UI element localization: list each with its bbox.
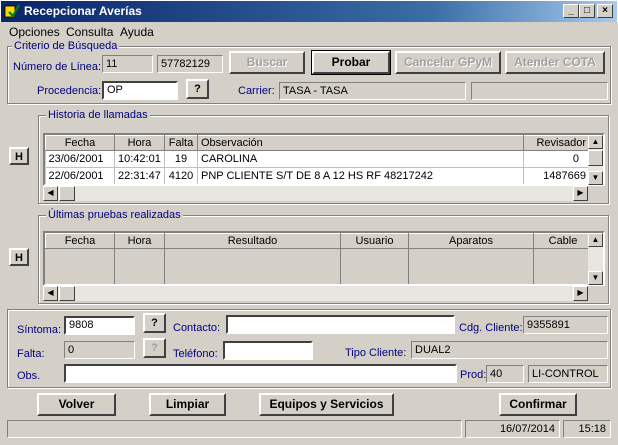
pruebas-grid: Fecha Hora Resultado Usuario Aparatos Ca…	[43, 231, 605, 286]
linea-number-field[interactable]: 57782129	[157, 55, 223, 73]
scroll-up-icon[interactable]: ▲	[588, 233, 603, 247]
equipos-servicios-button[interactable]: Equipos y Servicios	[259, 393, 394, 416]
prod-label: Prod:	[460, 369, 487, 381]
status-date: 16/07/2014	[465, 420, 560, 438]
cell-revisador: 1487669	[523, 167, 590, 184]
app-icon	[4, 4, 20, 18]
column-header[interactable]: Cable	[533, 233, 593, 249]
historia-grid: Fecha Hora Falta Observación Revisador 2…	[43, 133, 605, 186]
falta-help-button[interactable]: ?	[143, 338, 166, 358]
cdg-cliente-label: Cdg. Cliente:	[459, 322, 523, 334]
scroll-right-icon[interactable]: ▶	[573, 286, 588, 301]
cell-falta: 4120	[164, 167, 198, 184]
falta-field[interactable]: 0	[64, 341, 135, 359]
scroll-down-icon[interactable]: ▼	[588, 271, 603, 285]
pruebas-legend: Últimas pruebas realizadas	[46, 209, 183, 221]
carrier-label: Carrier:	[238, 85, 275, 97]
cell-hora: 22:31:47	[114, 167, 165, 184]
telefono-input[interactable]	[223, 341, 313, 360]
procedencia-input[interactable]: OP	[102, 81, 178, 100]
menu-ayuda[interactable]: Ayuda	[120, 25, 154, 39]
falta-label: Falta:	[17, 348, 45, 360]
contacto-label: Contacto:	[173, 322, 221, 334]
contacto-input[interactable]	[226, 315, 455, 334]
cell-observacion: CAROLINA	[197, 150, 524, 168]
column-header[interactable]: Usuario	[340, 233, 409, 249]
cell-falta: 19	[164, 150, 198, 168]
buscar-button[interactable]: Buscar	[229, 51, 305, 74]
scroll-down-icon[interactable]: ▼	[588, 171, 603, 185]
menu-opciones[interactable]: Opciones	[9, 25, 60, 39]
telefono-label: Teléfono:	[173, 348, 218, 360]
close-icon: ×	[602, 5, 608, 16]
status-time: 15:18	[563, 420, 611, 438]
historia-h-button[interactable]: H	[9, 147, 29, 165]
obs-label: Obs.	[17, 370, 41, 382]
scroll-up-icon[interactable]: ▲	[588, 135, 603, 149]
minimize-button[interactable]: _	[563, 4, 579, 18]
scroll-left-icon[interactable]: ◀	[43, 286, 58, 301]
obs-input[interactable]	[64, 364, 457, 383]
linea-prefix-field[interactable]: 11	[102, 55, 153, 73]
pruebas-header-row: Fecha Hora Resultado Usuario Aparatos Ca…	[45, 233, 593, 249]
cdg-cliente-field[interactable]: 9355891	[523, 316, 608, 334]
column-header[interactable]: Revisador	[523, 135, 590, 151]
menu-consulta[interactable]: Consulta	[66, 25, 113, 39]
status-message	[7, 420, 462, 438]
confirmar-button[interactable]: Confirmar	[499, 393, 577, 416]
table-row[interactable]: 22/06/2001 22:31:47 4120 PNP CLIENTE S/T…	[45, 167, 590, 184]
scroll-thumb[interactable]	[59, 286, 75, 301]
procedencia-label: Procedencia:	[37, 85, 102, 97]
criterio-legend: Criterio de Búsqueda	[12, 40, 120, 52]
cancelar-gpym-button[interactable]: Cancelar GPyM	[395, 51, 501, 74]
pruebas-hscrollbar[interactable]	[43, 286, 588, 301]
maximize-icon: □	[583, 5, 591, 16]
scroll-thumb[interactable]	[59, 186, 75, 201]
probar-button[interactable]: Probar	[311, 50, 391, 75]
tipo-cliente-label: Tipo Cliente:	[345, 347, 407, 359]
column-header[interactable]: Hora	[114, 233, 165, 249]
tipo-cliente-field[interactable]: DUAL2	[411, 341, 608, 359]
column-header[interactable]: Observación	[197, 135, 524, 151]
column-header[interactable]: Aparatos	[408, 233, 534, 249]
sintoma-input[interactable]: 9808	[64, 316, 135, 335]
column-header[interactable]: Resultado	[164, 233, 341, 249]
column-header[interactable]: Fecha	[45, 233, 115, 249]
historia-header-row: Fecha Hora Falta Observación Revisador	[45, 135, 590, 151]
historia-legend: Historia de llamadas	[46, 109, 150, 121]
scroll-left-icon[interactable]: ◀	[43, 186, 58, 201]
sintoma-help-button[interactable]: ?	[143, 313, 166, 333]
carrier-field[interactable]: TASA - TASA	[279, 82, 466, 100]
linea-label: Número de Línea:	[13, 61, 102, 73]
scroll-right-icon[interactable]: ▶	[573, 186, 588, 201]
limpiar-button[interactable]: Limpiar	[149, 393, 226, 416]
pruebas-h-button[interactable]: H	[9, 248, 29, 266]
cell-fecha: 22/06/2001	[45, 167, 115, 184]
minimize-icon: _	[568, 5, 574, 16]
column-header[interactable]: Fecha	[45, 135, 115, 151]
scroll-thumb[interactable]	[588, 150, 603, 166]
cell-hora: 10:42:01	[114, 150, 165, 168]
maximize-button[interactable]: □	[579, 4, 595, 18]
carrier-extra-field[interactable]	[471, 82, 608, 100]
close-button[interactable]: ×	[597, 4, 613, 18]
prod-code-field[interactable]: 40	[486, 365, 524, 383]
table-row[interactable]: 23/06/2001 10:42:01 19 CAROLINA 0	[45, 150, 590, 168]
procedencia-help-button[interactable]: ?	[186, 79, 209, 99]
prod-field[interactable]: LI-CONTROL	[528, 365, 608, 383]
column-header[interactable]: Falta	[164, 135, 198, 151]
volver-button[interactable]: Volver	[37, 393, 116, 416]
column-header[interactable]: Hora	[114, 135, 165, 151]
sintoma-label: Síntoma:	[17, 324, 62, 336]
window-title: Recepcionar Averías	[24, 4, 142, 18]
table-row	[45, 248, 593, 284]
historia-hscrollbar[interactable]	[43, 186, 588, 201]
atender-cota-button[interactable]: Atender COTA	[505, 51, 605, 74]
cell-revisador: 0	[523, 150, 590, 168]
cell-observacion: PNP CLIENTE S/T DE 8 A 12 HS RF 48217242	[197, 167, 524, 184]
cell-fecha: 23/06/2001	[45, 150, 115, 168]
